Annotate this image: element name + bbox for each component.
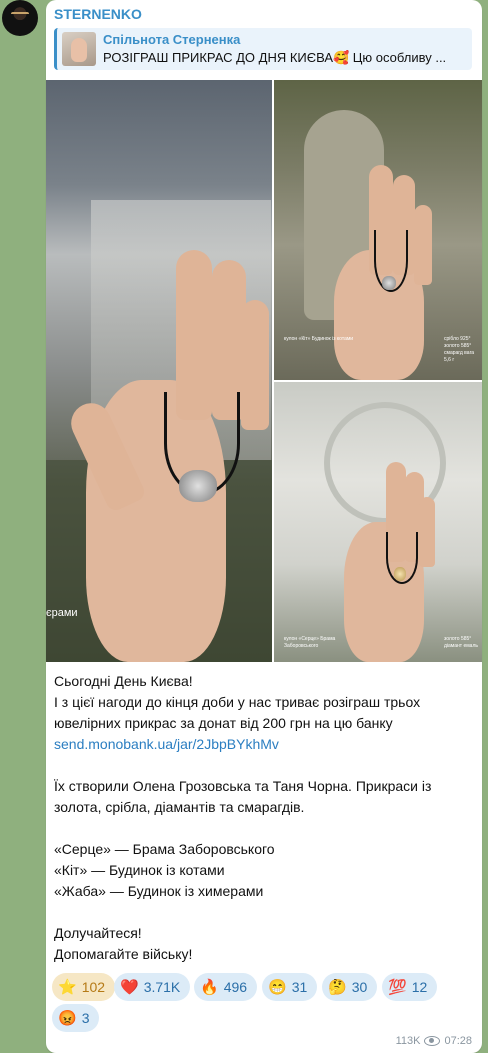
photo-caption-right: золото 585° діамант емаль — [444, 636, 478, 649]
reaction-angry[interactable]: 😡 3 — [52, 1004, 100, 1032]
hand-icon — [71, 38, 87, 62]
angry-icon: 😡 — [58, 1010, 77, 1027]
photo-frog-pendant[interactable]: єрами — [46, 80, 272, 662]
photo-album: єрами кулон «Кіт» Будинок із котами сріб… — [46, 80, 482, 662]
reply-preview: РОЗІГРАШ ПРИКРАС ДО ДНЯ КИЄВА🥰 Цю особли… — [103, 50, 447, 65]
reaction-heart[interactable]: ❤️ 3.71K — [114, 973, 191, 1001]
reaction-fire[interactable]: 🔥 496 — [194, 973, 258, 1001]
hundred-icon: 💯 — [388, 979, 407, 996]
thinking-icon: 🤔 — [328, 979, 347, 996]
text-line: «Серце» — Брама Заборовського — [54, 841, 275, 857]
reaction-count: 102 — [81, 979, 106, 995]
message-text: Сьогодні День Києва! І з цієї нагоди до … — [54, 671, 474, 965]
text-line: Долучайтеся! — [54, 925, 142, 941]
reaction-count: 31 — [291, 979, 308, 995]
reaction-star[interactable]: ⭐ 102 — [52, 973, 116, 1001]
star-icon: ⭐ — [58, 979, 77, 996]
avatar-glasses-icon — [11, 12, 29, 19]
text-line: І з цієї нагоди до кінця доби у нас трив… — [54, 694, 421, 731]
photo-cat-pendant[interactable]: кулон «Кіт» Будинок із котами срібло 925… — [274, 80, 482, 380]
grin-icon: 😁 — [268, 979, 287, 996]
reply-quote[interactable]: Спільнота Стерненка РОЗІГРАШ ПРИКРАС ДО … — [54, 28, 472, 70]
channel-avatar[interactable] — [2, 0, 38, 36]
message-time: 07:28 — [444, 1035, 472, 1047]
message-bubble: STERNENKO Спільнота Стерненка РОЗІГРАШ П… — [46, 0, 482, 1053]
eye-icon — [424, 1036, 441, 1046]
reaction-count: 3 — [81, 1010, 90, 1026]
reaction-count: 496 — [223, 979, 248, 995]
text-line: Допомагайте війську! — [54, 946, 193, 962]
photo-caption: єрами — [46, 607, 78, 619]
text-line: «Кіт» — Будинок із котами — [54, 862, 225, 878]
heart-icon: ❤️ — [120, 979, 139, 996]
reaction-count: 30 — [351, 979, 368, 995]
photo-caption-right: срібло 925° золото 585° смарагд вага 5,6… — [444, 336, 475, 363]
views-count: 113K — [395, 1035, 421, 1047]
text-line: «Жаба» — Будинок із химерами — [54, 883, 264, 899]
reaction-grin[interactable]: 😁 31 — [262, 973, 318, 1001]
reply-thumbnail — [62, 32, 96, 66]
reaction-hundred[interactable]: 💯 12 — [382, 973, 438, 1001]
reaction-count: 12 — [411, 979, 428, 995]
photo-caption-left: кулон «Серце» Брама Заборовського — [284, 636, 336, 649]
message-meta: 113K 07:28 — [396, 1035, 472, 1047]
photo-caption-left: кулон «Кіт» Будинок із котами — [284, 336, 354, 342]
sender-name[interactable]: STERNENKO — [54, 6, 142, 22]
reaction-count: 3.71K — [143, 979, 181, 995]
donation-link[interactable]: send.monobank.ua/jar/2JbpBYkhMv — [54, 736, 279, 752]
fire-icon: 🔥 — [200, 979, 219, 996]
photo-heart-pendant[interactable]: кулон «Серце» Брама Заборовського золото… — [274, 382, 482, 662]
reaction-thinking[interactable]: 🤔 30 — [322, 973, 378, 1001]
reply-author: Спільнота Стерненка — [103, 32, 241, 47]
text-line: Їх створили Олена Грозовська та Таня Чор… — [54, 778, 432, 815]
text-line: Сьогодні День Києва! — [54, 673, 193, 689]
